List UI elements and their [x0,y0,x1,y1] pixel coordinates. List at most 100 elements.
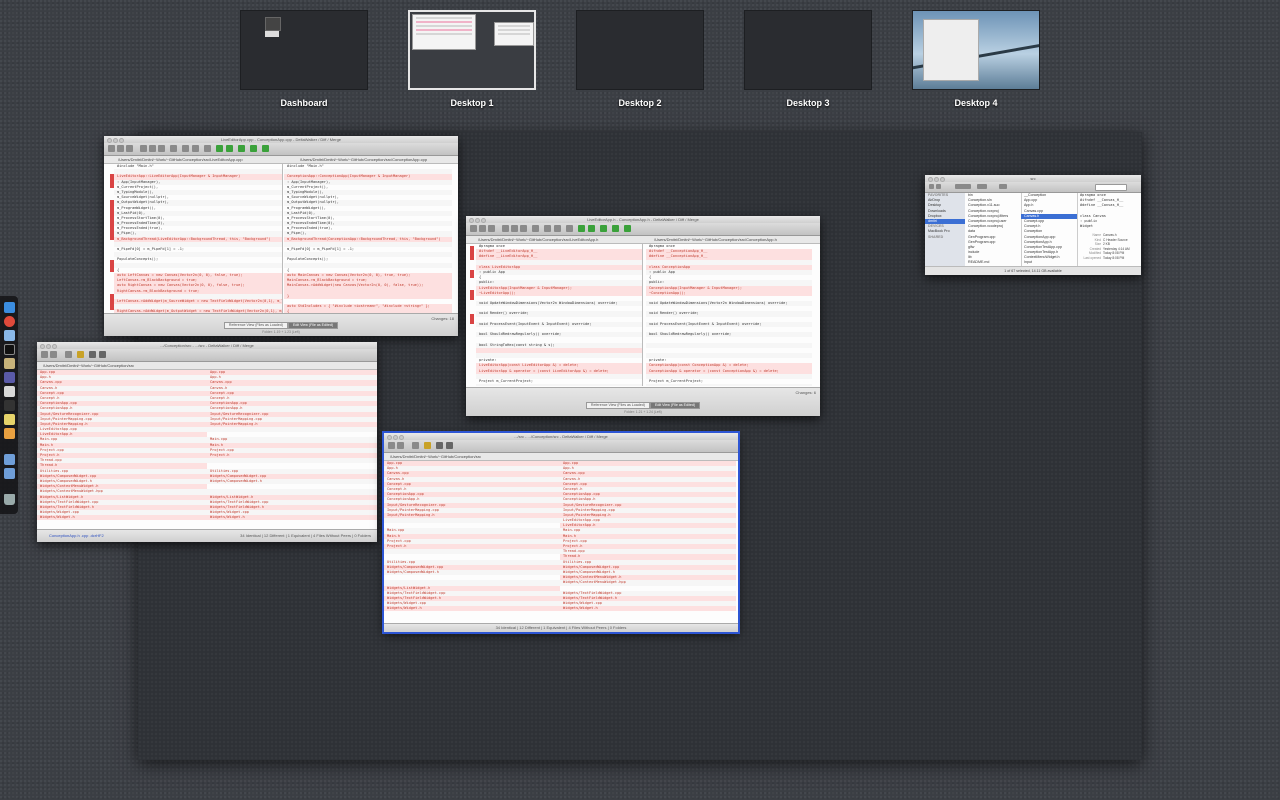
diff-pane-left[interactable]: #include "Main.h" LiveEditorApp::LiveEdit… [114,164,283,314]
diff-window-cpp[interactable]: LiveEditorApp.cpp - ConceptionApp.cpp - … [104,136,458,336]
info-value: Canvas.h [1103,233,1117,238]
code-line[interactable]: LeftCanvas->AddWidget(m_SourceWidget = n… [114,298,282,305]
info-label: Created [1089,246,1101,251]
folder-compare-window-active[interactable]: .../src - .../Conception/src - DeltaWalk… [382,431,740,634]
space-label: Desktop 4 [954,98,998,108]
info-value: 2 KB [1103,242,1110,247]
status-bar: 34 Identical | 12 Different | 1 Equivale… [384,623,738,632]
window-titlebar[interactable]: LiveEditorApp.h - ConceptionApp.h - Delt… [466,216,820,223]
diff-pane-left[interactable]: #pragma once #ifndef __LiveEditorApp_H__ #… [476,244,643,386]
code-line[interactable] [476,384,642,386]
code-line[interactable]: void UpdateWindowDimensions(Vector2n Win… [476,301,642,307]
code-line[interactable]: void UpdateWindowDimensions(Vector2n Win… [646,301,812,307]
file-row[interactable]: Widgets/Widget.h [560,606,736,612]
file-row[interactable]: Widgets/Widget.h [207,515,377,521]
path-bar: /Users/Dmitri/Dmitri/~Work/~GitHub/Conce… [104,156,458,164]
spaces-bar: Dashboard Desktop 1 Desktop 2 Desktop 3 … [0,0,1280,120]
left-path: /Users/Dmitri/Dmitri/~Work/~GitHub/Conce… [118,157,243,162]
toolbar [384,440,738,453]
folder-icon[interactable] [4,454,15,465]
edit-view-button[interactable]: Edit View (File as Edited) [287,322,339,329]
space-desktop-1[interactable]: Desktop 1 [408,10,536,108]
space-dashboard[interactable]: Dashboard [240,10,368,108]
finder-icon[interactable] [4,302,15,313]
status-text: Folder: 1.21 + 1.24 (Left) [624,410,662,414]
space-thumbnail[interactable] [576,10,704,90]
code-line[interactable] [646,384,812,386]
space-desktop-4[interactable]: Desktop 4 [912,10,1040,108]
trash-icon[interactable] [4,494,15,505]
file-row[interactable]: Widgets/Widget.h [37,515,207,521]
toolbar [925,182,1141,193]
diff-pane-right[interactable]: #pragma once #ifndef __ConceptionApp_H__ #… [646,244,812,386]
status-bar: Changes: 6 Reference View (Files as Load… [466,387,820,416]
app-icon[interactable] [4,400,15,411]
info-value: Today 8:08 PM [1103,251,1125,256]
finder-column-1[interactable]: bin Conception.sln Conception.v11.suo Conce… [965,193,1022,267]
info-value: C Header Source [1103,237,1128,242]
dock [0,296,18,514]
selected-files: ConceptionApp.h .cpp .dcrHF2 [49,533,104,538]
info-row: Last opened Today 8:08 PM [1077,256,1141,261]
terminal-icon[interactable] [4,344,15,355]
info-value: Today 8:08 PM [1103,255,1125,260]
window-titlebar[interactable]: .../src - .../Conception/src - DeltaWalk… [384,433,738,440]
reference-view-button[interactable]: Reference View (Files as Loaded) [223,322,288,329]
info-label: Size [1094,242,1101,247]
window-titlebar[interactable]: src [925,175,1141,182]
folder-path: /Users/Dmitri/Dmitri/~Work/~GitHub/Conce… [43,363,135,368]
space-desktop-3[interactable]: Desktop 3 [744,10,872,108]
file-list-left[interactable]: App.cpp App.h Canvas.cpp Canvas.h Concept.cp… [37,370,207,528]
chrome-icon[interactable] [4,316,15,327]
file-list-right[interactable]: App.cpp App.h Canvas.cpp Canvas.h Concept.cp… [560,461,736,621]
status-text: Folder: 1.19 + 1.23 (Left) [262,330,300,334]
path-bar: /Users/Dmitri/Dmitri/~Work/~GitHub/Conce… [37,362,377,370]
window-titlebar[interactable]: LiveEditorApp.cpp - ConceptionApp.cpp - … [104,136,458,143]
diff-pane-right[interactable]: #include "Main.h" ConceptionApp::Concepti… [284,164,452,314]
window-titlebar[interactable]: .../Conception/src - .../src - DeltaWalk… [37,342,377,349]
toolbar [466,223,820,236]
code-line[interactable]: auto StdIncludes = { "#include <iostream… [284,304,452,310]
app-icon[interactable] [4,428,15,439]
finder-window[interactable]: src FAVORITES AirDrop Desktop Downloads Dro… [925,175,1141,275]
window-title: LiveEditorApp.cpp - ConceptionApp.cpp - … [220,137,342,142]
folder-path: /Users/Dmitri/Dmitri/~Work/~GitHub/Conce… [390,454,482,459]
safari-icon[interactable] [4,330,15,341]
window-title: LiveEditorApp.h - ConceptionApp.h - Delt… [587,217,699,222]
finder-status-bar: 1 of 67 selected, 14.11 GB available [925,266,1141,275]
app-icon[interactable] [4,386,15,397]
right-path: /Users/Dmitri/Dmitri/~Work/~GitHub/Conce… [654,237,777,242]
status-bar: ConceptionApp.h .cpp .dcrHF2 34 Identica… [37,529,377,542]
edit-view-button[interactable]: Edit View (File as Edited) [649,402,701,409]
finder-column-2[interactable]: __Conception App.cpp App.h Canvas.cpp Canvas… [1021,193,1078,267]
changes-count: Changes: 18 [431,316,454,321]
path-bar: /Users/Dmitri/Dmitri/~Work/~GitHub/Conce… [466,236,820,244]
file-list-right[interactable]: App.cpp App.h Canvas.cpp Canvas.h Concept.cp… [207,370,377,528]
window-title: .../src - .../Conception/src - DeltaWalk… [514,434,608,439]
code-line[interactable]: m_BackgroundThread(LiveEditorApp::Backgr… [114,236,282,242]
folder-icon[interactable] [4,468,15,479]
status-text: 34 Identical | 12 Different | 1 Equivale… [240,533,371,538]
preview-line: Widget [1080,224,1093,229]
info-label: Name [1092,233,1101,238]
code-line[interactable]: m_BackgroundThread(ConceptionApp::Backgr… [284,236,452,242]
info-label: Last opened [1083,255,1101,260]
folder-compare-window[interactable]: .../Conception/src - .../src - DeltaWalk… [37,342,377,542]
app-icon[interactable] [4,414,15,425]
info-label: Kind [1094,237,1101,242]
diff-window-header[interactable]: LiveEditorApp.h - ConceptionApp.h - Delt… [466,216,820,416]
app-icon[interactable] [4,358,15,369]
space-thumbnail[interactable] [912,10,1040,90]
left-path: /Users/Dmitri/Dmitri/~Work/~GitHub/Conce… [478,237,599,242]
space-thumbnail[interactable] [744,10,872,90]
space-thumbnail[interactable] [408,10,536,90]
space-thumbnail[interactable] [240,10,368,90]
space-desktop-2[interactable]: Desktop 2 [576,10,704,108]
info-value: Yesterday 4:14 AM [1103,246,1130,251]
reference-view-button[interactable]: Reference View (Files as Loaded) [585,402,650,409]
file-list-left[interactable]: App.cpp App.h Canvas.cpp Canvas.h Concept.cp… [384,461,560,621]
space-label: Desktop 2 [618,98,662,108]
finder-sidebar: FAVORITES AirDrop Desktop Downloads Dropbox… [925,193,965,267]
app-icon[interactable] [4,372,15,383]
file-row[interactable]: Widgets/Widget.h [384,606,560,612]
